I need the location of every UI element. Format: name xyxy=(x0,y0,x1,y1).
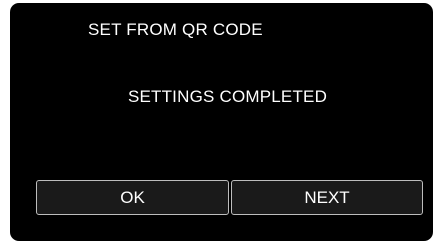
status-message: SETTINGS COMPLETED xyxy=(127,87,328,106)
next-button[interactable]: NEXT xyxy=(231,180,423,215)
ok-button[interactable]: OK xyxy=(36,180,229,215)
screen-title: SET FROM QR CODE xyxy=(88,20,263,39)
camera-lcd-screen: SET FROM QR CODE SETTINGS COMPLETED OK N… xyxy=(10,3,433,241)
